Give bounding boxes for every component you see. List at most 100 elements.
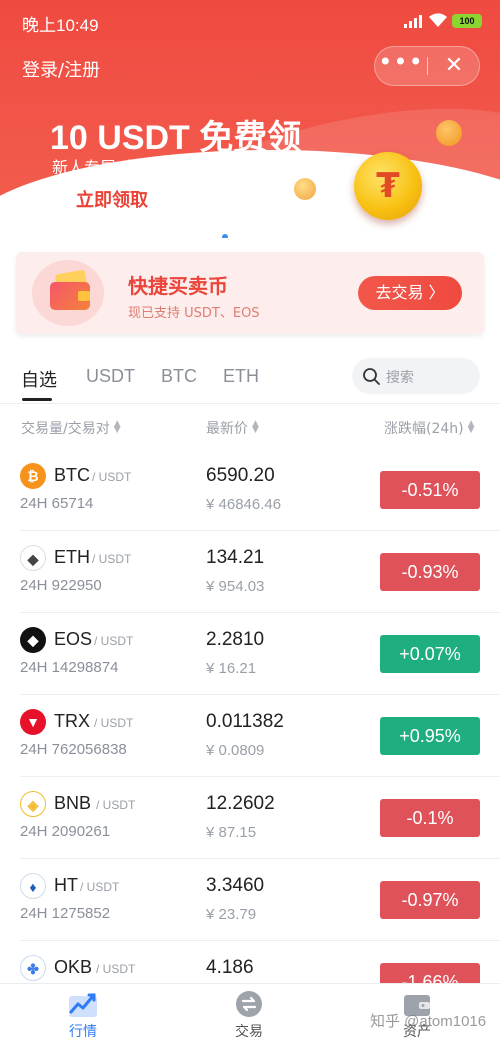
active-tab-indicator <box>22 398 52 401</box>
quick-trade-subtitle: 现已支持 USDT、EOS <box>128 306 260 321</box>
pair-symbol: HT <box>54 875 78 895</box>
pair-symbol: TRX <box>54 711 90 731</box>
column-header-price[interactable]: 最新价 ▲ ▼ <box>206 418 259 438</box>
status-bar: 晚上10:49 100 <box>0 0 500 44</box>
table-row[interactable]: ₿ BTC / USDT 24H 65714 6590.20 ¥ 46846.4… <box>0 449 500 531</box>
change-badge[interactable]: -0.51% <box>380 471 480 509</box>
tron-icon: ▼ <box>20 709 46 735</box>
pair-quote: / USDT <box>96 962 136 976</box>
volume-24h: 24H 1275852 <box>20 905 111 922</box>
price-cny: ¥ 954.03 <box>206 578 265 595</box>
pair-symbol: BTC <box>54 465 90 485</box>
banner-subtitle: 新人专属 人人有礼 <box>52 158 186 177</box>
carousel-dot[interactable] <box>254 234 260 238</box>
tab-eth[interactable]: ETH <box>223 366 259 387</box>
pair-symbol: EOS <box>54 629 93 649</box>
pair-quote: / USDT <box>92 552 132 566</box>
pair-symbol: ETH <box>54 547 90 567</box>
market-list: ₿ BTC / USDT 24H 65714 6590.20 ¥ 46846.4… <box>0 449 500 983</box>
carousel-dot[interactable] <box>222 234 228 238</box>
volume-24h: 24H 14298874 <box>20 659 119 676</box>
price-cny: ¥ 23.79 <box>206 906 257 923</box>
usdt-coin-icon: ₮ <box>354 152 422 220</box>
change-badge[interactable]: -0.93% <box>380 553 480 591</box>
claim-now-button[interactable]: 立即领取 <box>46 186 178 216</box>
exchange-icon <box>236 991 262 1017</box>
close-button[interactable]: ✕ <box>428 47 480 85</box>
quick-trade-card[interactable]: 快捷买卖币 现已支持 USDT、EOS 去交易 〉 <box>16 252 484 334</box>
nav-label: 交易 <box>235 1024 263 1040</box>
small-coin-icon <box>294 178 316 200</box>
column-header-change[interactable]: 涨跌幅(24h) ▲ ▼ <box>384 418 475 438</box>
change-badge[interactable]: +0.95% <box>380 717 480 755</box>
login-register-link[interactable]: 登录/注册 <box>22 56 100 82</box>
sort-icon: ▲ ▼ <box>113 419 121 435</box>
bitcoin-icon: ₿ <box>20 463 46 489</box>
pair-quote: / USDT <box>94 716 134 730</box>
pair-symbol: OKB <box>54 957 93 977</box>
carousel-indicator <box>222 225 286 238</box>
volume-24h: 24H 2090261 <box>20 823 111 840</box>
volume-24h: 24H 65714 <box>20 495 94 512</box>
last-price: 0.011382 <box>206 711 284 732</box>
sort-icon: ▲ ▼ <box>252 419 259 435</box>
change-badge[interactable]: +0.07% <box>380 635 480 673</box>
change-badge[interactable]: -0.97% <box>380 881 480 919</box>
pair-quote: / USDT <box>94 634 134 648</box>
eos-icon: ◆ <box>20 627 46 653</box>
last-price: 4.186 <box>206 957 254 978</box>
quick-trade-title: 快捷买卖币 <box>128 274 228 298</box>
status-time: 晚上10:49 <box>22 16 99 35</box>
nav-item-trade[interactable]: 交易 <box>166 984 332 1040</box>
last-price: 2.2810 <box>206 629 265 650</box>
okb-icon: ✤ <box>20 955 46 981</box>
banner-title: 10 USDT 免费领 <box>50 119 302 157</box>
pair-quote: / USDT <box>96 798 136 812</box>
wallet-illustration-icon <box>32 260 104 326</box>
search-placeholder: 搜索 <box>386 370 414 386</box>
tab-favorites[interactable]: 自选 <box>21 366 57 392</box>
pair-quote: / USDT <box>92 470 132 484</box>
market-tabs: 自选 USDT BTC ETH 搜索 <box>0 352 500 402</box>
volume-24h: 24H 922950 <box>20 577 102 594</box>
watermark-text: 知乎 @atom1016 <box>370 1013 487 1030</box>
wifi-icon <box>428 12 448 32</box>
column-header-pair[interactable]: 交易量/交易对 ▲ ▼ <box>21 418 121 438</box>
more-menu-button[interactable]: ••• <box>375 47 427 85</box>
last-price: 12.2602 <box>206 793 275 814</box>
last-price: 6590.20 <box>206 465 275 486</box>
tab-usdt[interactable]: USDT <box>86 366 135 387</box>
change-badge[interactable]: -0.1% <box>380 799 480 837</box>
nav-label: 行情 <box>69 1024 97 1040</box>
last-price: 134.21 <box>206 547 265 568</box>
table-row[interactable]: ◈ BNB / USDT 24H 2090261 12.2602 ¥ 87.15… <box>0 777 500 859</box>
binance-icon: ◈ <box>20 791 46 817</box>
nav-item-market[interactable]: 行情 <box>0 984 166 1040</box>
table-row[interactable]: ♦ HT / USDT 24H 1275852 3.3460 ¥ 23.79 -… <box>0 859 500 941</box>
last-price: 3.3460 <box>206 875 265 896</box>
table-row[interactable]: ◆ EOS / USDT 24H 14298874 2.2810 ¥ 16.21… <box>0 613 500 695</box>
divider <box>0 403 500 404</box>
price-cny: ¥ 46846.46 <box>206 496 282 513</box>
market-chart-icon <box>69 993 97 1017</box>
small-coin-icon <box>436 120 462 146</box>
miniprogram-capsule: ••• ✕ <box>374 46 480 86</box>
price-cny: ¥ 87.15 <box>206 824 257 841</box>
carousel-dot[interactable] <box>270 234 276 238</box>
battery-icon: 100 <box>452 14 482 28</box>
search-icon <box>363 368 380 385</box>
carousel-dot[interactable] <box>238 234 244 238</box>
signal-icon <box>404 14 422 28</box>
change-badge[interactable]: -1.66% <box>380 963 480 983</box>
table-row[interactable]: ✤ OKB / USDT 4.186 -1.66% <box>0 941 500 983</box>
volume-24h: 24H 762056838 <box>20 741 127 758</box>
price-cny: ¥ 0.0809 <box>206 742 265 759</box>
table-row[interactable]: ◆ ETH / USDT 24H 922950 134.21 ¥ 954.03 … <box>0 531 500 613</box>
pair-symbol: BNB <box>54 793 92 813</box>
promo-banner[interactable]: 晚上10:49 100 登录/注册 ••• ✕ 10 USDT 免费领 新人专属… <box>0 0 500 238</box>
go-trade-button[interactable]: 去交易 〉 <box>358 276 462 310</box>
tab-btc[interactable]: BTC <box>161 366 197 387</box>
search-input[interactable]: 搜索 <box>352 358 480 394</box>
sort-icon: ▲ ▼ <box>467 419 475 435</box>
table-row[interactable]: ▼ TRX / USDT 24H 762056838 0.011382 ¥ 0.… <box>0 695 500 777</box>
